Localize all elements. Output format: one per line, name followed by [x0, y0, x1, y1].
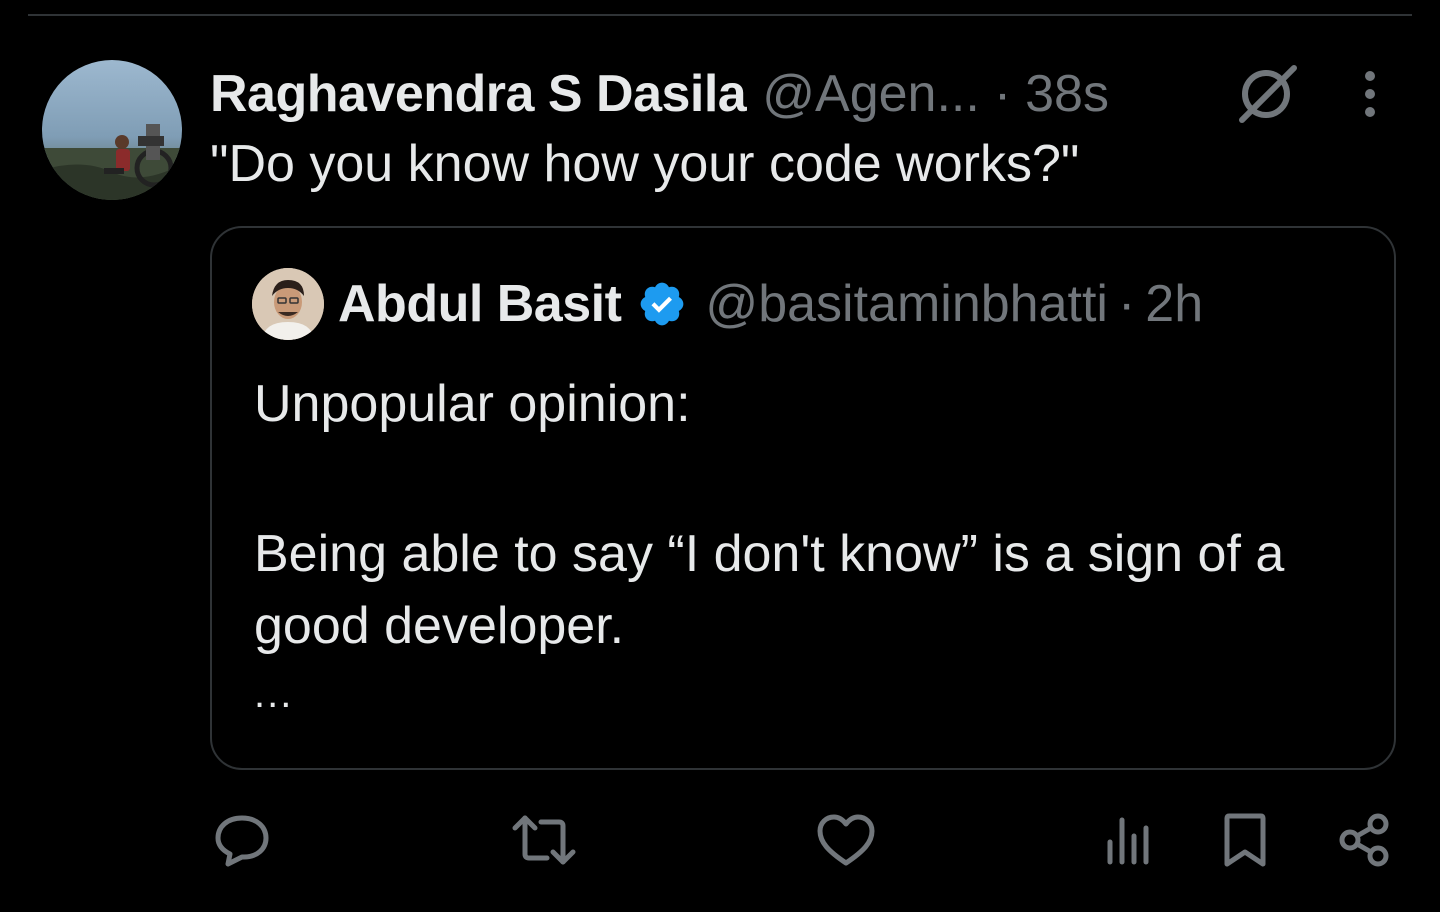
- quoted-tweet-card[interactable]: Abdul Basit @basitaminbhatti · 2h Unpopu…: [210, 226, 1396, 770]
- reply-button[interactable]: [206, 808, 278, 872]
- views-icon: [1107, 817, 1149, 865]
- like-icon: [817, 814, 875, 866]
- share-button[interactable]: [1334, 808, 1394, 872]
- quoted-separator-dot: ·: [1117, 275, 1136, 333]
- bookmark-button[interactable]: [1214, 808, 1276, 872]
- quoted-author-avatar[interactable]: [252, 268, 324, 340]
- retweet-button[interactable]: [506, 808, 582, 872]
- quoted-author-handle[interactable]: @basitaminbhatti: [705, 274, 1108, 334]
- author-avatar[interactable]: [42, 60, 182, 200]
- separator-dot: ·: [993, 65, 1012, 123]
- like-button[interactable]: [812, 808, 880, 872]
- views-button[interactable]: [1098, 808, 1158, 872]
- author-handle[interactable]: @Agen...: [762, 64, 980, 124]
- tweet-header: Raghavendra S Dasila @Agen... · 38s: [210, 62, 1109, 126]
- tweet-timestamp[interactable]: 38s: [1025, 64, 1109, 124]
- retweet-icon: [512, 815, 576, 865]
- tweet-text: "Do you know how your code works?": [210, 135, 1080, 193]
- quoted-tweet-timestamp[interactable]: 2h: [1145, 274, 1203, 334]
- grok-icon[interactable]: [1234, 62, 1302, 126]
- quoted-tweet-header: Abdul Basit @basitaminbhatti · 2h: [338, 272, 1203, 336]
- more-options-icon[interactable]: [1350, 68, 1390, 120]
- quoted-text-line-1: Unpopular opinion:: [254, 375, 691, 433]
- truncation-ellipsis: ...: [254, 672, 294, 716]
- author-name[interactable]: Raghavendra S Dasila: [210, 64, 747, 124]
- verified-badge-icon: [641, 282, 684, 326]
- reply-icon: [215, 815, 269, 867]
- top-divider: [28, 14, 1412, 16]
- quoted-text-line-2: Being able to say “I don't know” is a si…: [254, 525, 1285, 655]
- bookmark-icon: [1224, 813, 1266, 867]
- quoted-author-name[interactable]: Abdul Basit: [338, 274, 622, 334]
- share-icon: [1339, 813, 1389, 867]
